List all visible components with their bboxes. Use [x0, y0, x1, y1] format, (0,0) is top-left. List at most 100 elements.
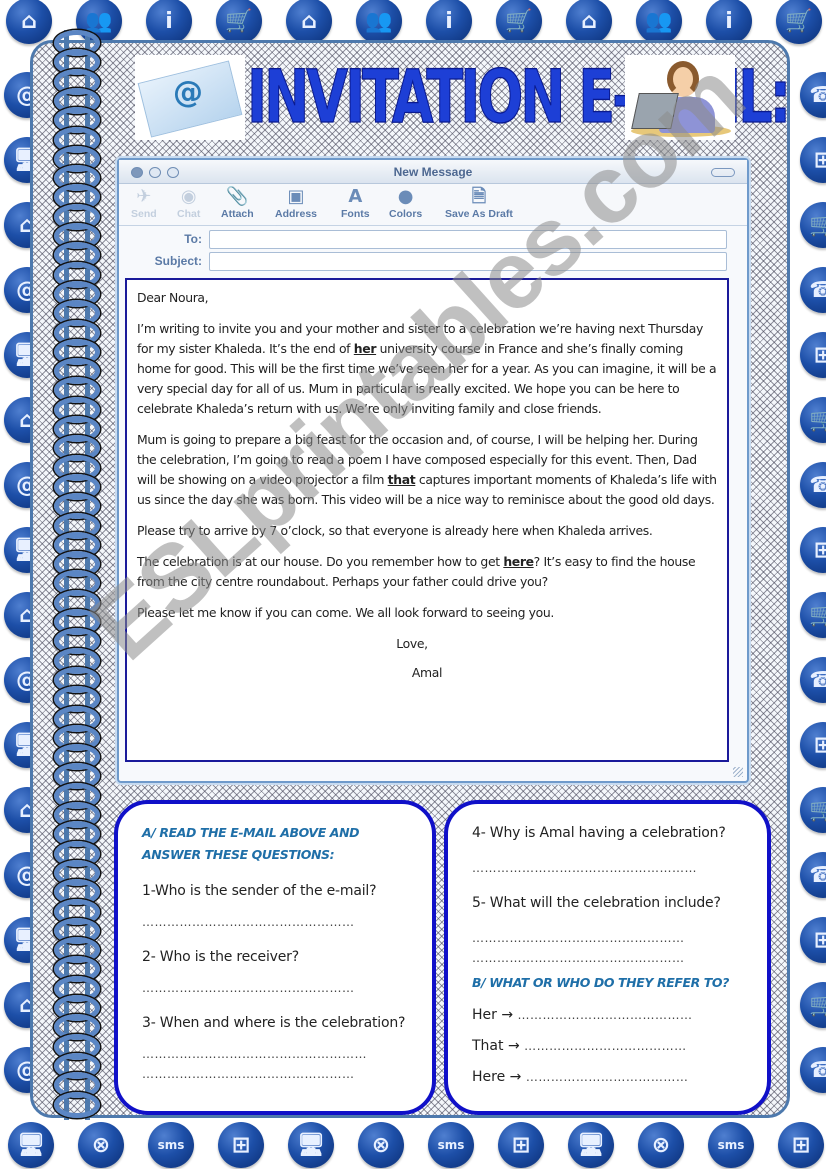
woman-at-laptop-image [625, 55, 735, 140]
resize-grip[interactable] [733, 767, 743, 777]
info-icon: i [426, 0, 472, 44]
computer-icon: 🖥 [568, 1122, 614, 1168]
paragraph-1: I’m writing to invite you and your mothe… [137, 319, 717, 419]
home-icon: ⌂ [566, 0, 612, 44]
phone-icon: ☎ [800, 267, 826, 313]
greeting: Dear Noura, [137, 290, 209, 305]
toolbar-colors-button[interactable]: ● Colors [389, 186, 422, 220]
computer-icon: 🖥 [288, 1122, 334, 1168]
question-4: 4- Why is Amal having a celebration? [472, 825, 726, 841]
cart-icon: 🛒 [800, 397, 826, 443]
toolbar-send-button[interactable]: ✈ Send [131, 186, 157, 220]
answer-line-4[interactable]: ……………………………………………… [472, 858, 751, 878]
users-icon: 👥 [636, 0, 682, 44]
toolbar-button-label: Address [275, 208, 318, 220]
toolbar-button-label: Attach [221, 208, 254, 220]
worksheet-title: INVITATION E-MAIL: [247, 54, 792, 140]
chat-icon: ◉ [180, 186, 197, 207]
reference-answer-line[interactable]: ………………………………… [524, 1039, 687, 1053]
toolbar-button-label: Save As Draft [445, 208, 513, 220]
cart-icon: 🛒 [800, 982, 826, 1028]
network-icon: ⊞ [218, 1122, 264, 1168]
question-3: 3- When and where is the celebration? [142, 1015, 406, 1031]
laptop-icon [631, 93, 679, 129]
network-icon: ⊞ [800, 527, 826, 573]
section-a-heading: A/ READ THE E-MAIL ABOVE AND ANSWER THES… [142, 825, 360, 862]
spiral-binding [52, 30, 104, 1120]
answer-line-5b[interactable]: …………………………………………… [472, 948, 751, 968]
toolbar-button-label: Send [131, 208, 157, 220]
reference-word-her: her [353, 341, 377, 356]
question-1: 1-Who is the sender of the e-mail? [142, 883, 377, 899]
network-icon: ⊞ [498, 1122, 544, 1168]
at-sign-icon: @ [173, 75, 203, 110]
toolbar-button-label: Fonts [341, 208, 370, 220]
answer-line-5a[interactable]: …………………………………………… [472, 928, 751, 948]
phone-icon: ☎ [800, 852, 826, 898]
to-field[interactable] [209, 230, 727, 249]
reference-word: That [472, 1038, 504, 1054]
section-b-heading: B/ WHAT OR WHO DO THEY REFER TO? [472, 975, 729, 990]
cart-icon: 🛒 [216, 0, 262, 44]
reference-item-her: Her → …………………………………… [472, 1004, 751, 1026]
arrow-right-icon: → [509, 1069, 522, 1085]
fonts-icon: A [348, 186, 363, 207]
answer-line-2[interactable]: …………………………………………… [142, 978, 416, 998]
sms-icon: sms [428, 1122, 474, 1168]
paragraph-5: Please let me know if you can come. We a… [137, 605, 554, 620]
reference-word-here: here [503, 554, 534, 569]
network-icon: ⊞ [800, 722, 826, 768]
toolbar-save-as-draft-button[interactable]: 🗎 Save As Draft [445, 186, 513, 220]
answer-line-3a[interactable]: ……………………………………………… [142, 1044, 416, 1064]
cart-icon: 🛒 [800, 592, 826, 638]
computer-icon: 🖥 [8, 1122, 54, 1168]
globe-icon: ⊗ [358, 1122, 404, 1168]
email-envelope-image: @ [135, 55, 245, 140]
questions-box-b: 4- Why is Amal having a celebration? ………… [444, 800, 771, 1115]
network-icon: ⊞ [800, 332, 826, 378]
toolbar-address-button[interactable]: ▣ Address [275, 186, 317, 220]
address-book-icon: ▣ [287, 186, 305, 207]
answer-line-1[interactable]: …………………………………………… [142, 912, 416, 932]
users-icon: 👥 [356, 0, 402, 44]
reference-word: Her [472, 1007, 497, 1023]
info-icon: i [146, 0, 192, 44]
reference-word: Here [472, 1069, 506, 1085]
paperclip-icon: 📎 [226, 186, 249, 207]
reference-answer-line[interactable]: ………………………………… [526, 1070, 689, 1084]
spiral-ring [54, 1091, 100, 1118]
phone-icon: ☎ [800, 462, 826, 508]
network-icon: ⊞ [778, 1122, 824, 1168]
reference-item-that: That → ………………………………… [472, 1035, 751, 1057]
globe-icon: ⊗ [638, 1122, 684, 1168]
worksheet-header: @ INVITATION E-MAIL: [135, 55, 792, 140]
paragraph-3: Please try to arrive by 7 o’clock, so th… [137, 523, 653, 538]
reference-answer-line[interactable]: …………………………………… [518, 1008, 693, 1022]
subject-field[interactable] [209, 252, 727, 271]
subject-label: Subject: [154, 254, 202, 268]
message-body[interactable]: Dear Noura, I’m writing to invite you an… [125, 278, 729, 762]
home-icon: ⌂ [6, 0, 52, 44]
cart-icon: 🛒 [496, 0, 542, 44]
new-message-window: New Message ✈ Send ◉ Chat 📎 Attach ▣ Address A Fo… [117, 158, 749, 783]
arrow-right-icon: → [507, 1038, 520, 1054]
reference-item-here: Here → ………………………………… [472, 1066, 751, 1088]
cart-icon: 🛒 [800, 787, 826, 833]
reference-word-that: that [387, 472, 416, 487]
send-icon: ✈ [136, 186, 152, 207]
answer-line-3b[interactable]: …………………………………………… [142, 1064, 416, 1084]
sms-icon: sms [148, 1122, 194, 1168]
toolbar-toggle-button[interactable] [711, 168, 735, 177]
to-row: To: [119, 229, 747, 251]
toolbar-chat-button[interactable]: ◉ Chat [177, 186, 200, 220]
home-icon: ⌂ [286, 0, 332, 44]
cart-icon: 🛒 [800, 202, 826, 248]
sms-icon: sms [708, 1122, 754, 1168]
phone-icon: ☎ [800, 72, 826, 118]
toolbar-attach-button[interactable]: 📎 Attach [221, 186, 254, 220]
window-titlebar: New Message [119, 160, 747, 184]
phone-icon: ☎ [800, 1047, 826, 1093]
subject-row: Subject: [119, 251, 747, 273]
toolbar-fonts-button[interactable]: A Fonts [341, 186, 370, 220]
questions-box-a: A/ READ THE E-MAIL ABOVE AND ANSWER THES… [114, 800, 436, 1115]
